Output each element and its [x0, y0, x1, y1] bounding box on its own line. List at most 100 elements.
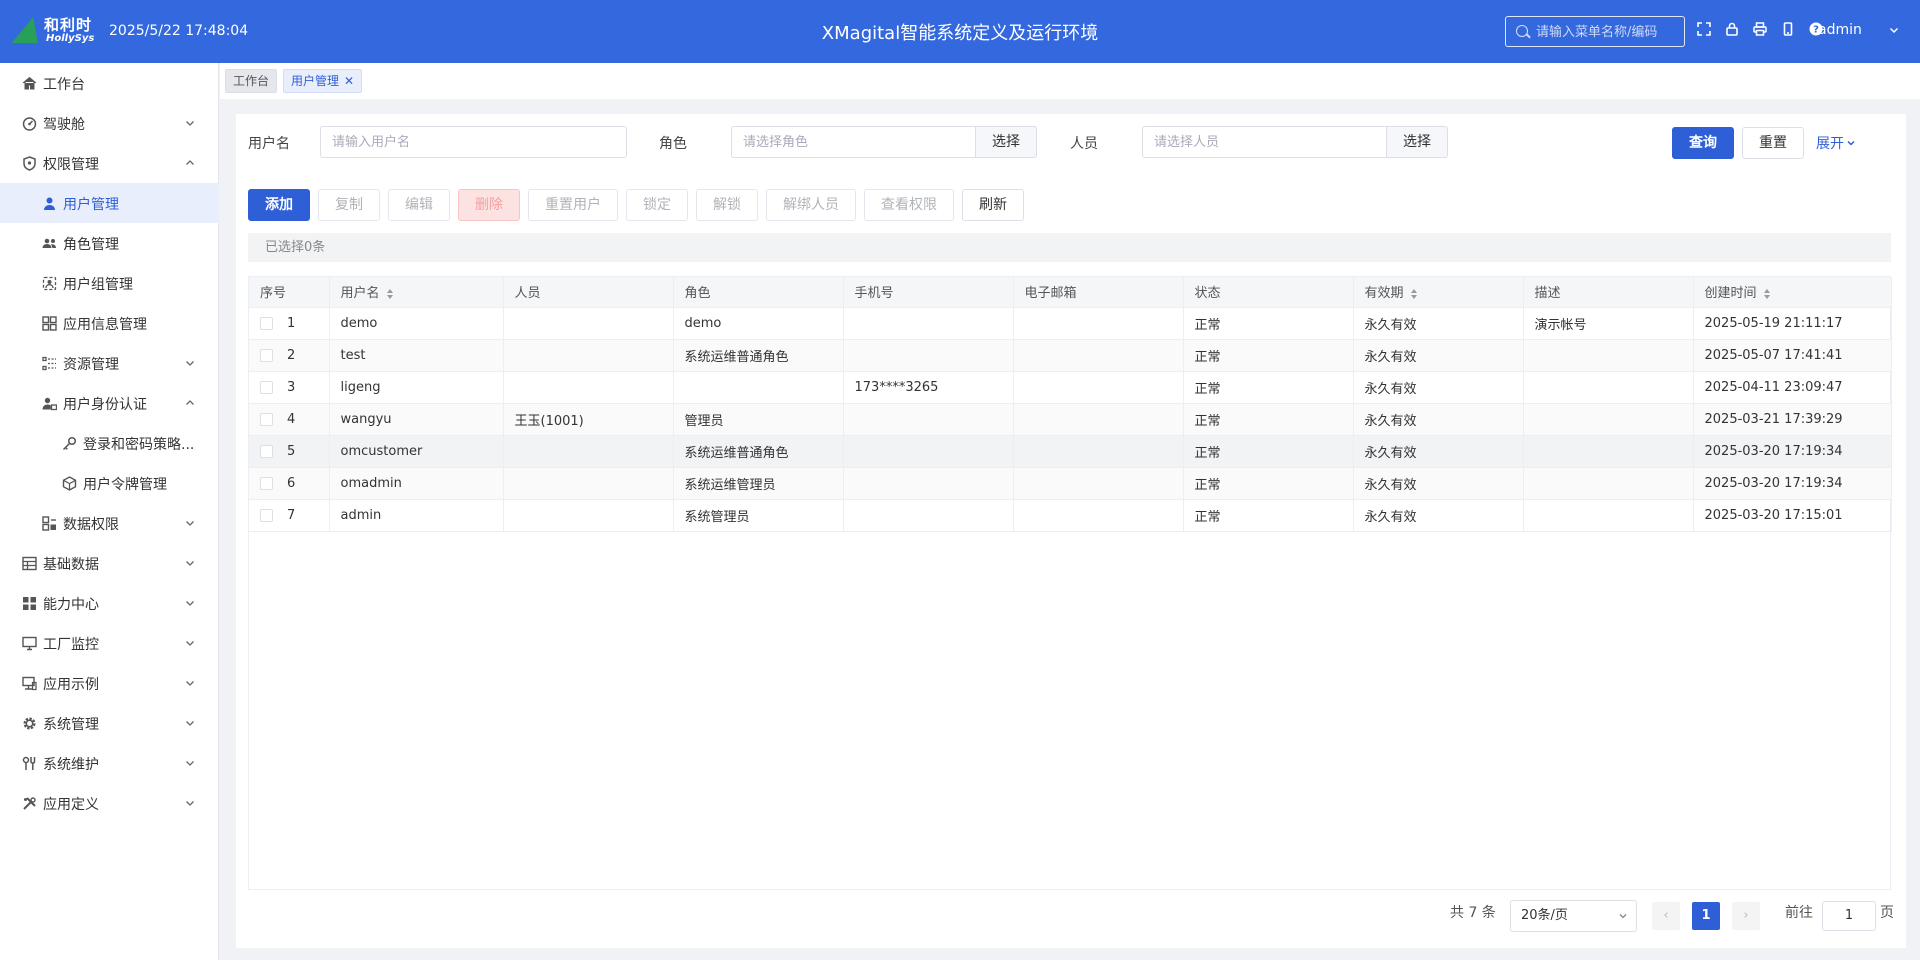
chevron-up-icon[interactable] [184, 397, 196, 409]
table-cell-desc [1523, 467, 1694, 500]
tab-user-management[interactable]: 用户管理 ✕ [283, 69, 363, 93]
column-header[interactable]: 有效期 [1353, 277, 1524, 308]
row-checkbox[interactable] [260, 476, 273, 490]
row-number: 6 [287, 475, 296, 491]
reset-button[interactable]: 重置 [1742, 127, 1804, 159]
goto-page-input[interactable]: 1 [1822, 901, 1876, 931]
row-checkbox[interactable] [260, 444, 273, 458]
chevron-down-icon[interactable] [184, 597, 196, 609]
tab-home[interactable]: 工作台 [225, 69, 278, 93]
table-cell-phone [843, 307, 1014, 340]
sidebar-item[interactable]: 用户令牌管理 [0, 463, 219, 503]
chevron-up-icon[interactable] [184, 157, 196, 169]
sidebar-item[interactable]: 资源管理 [0, 343, 219, 383]
add-button[interactable]: 添加 [248, 189, 310, 221]
sidebar-item[interactable]: 用户组管理 [0, 263, 219, 303]
sidebar-item[interactable]: 登录和密码策略... [0, 423, 219, 463]
view-permission-button[interactable]: 查看权限 [864, 189, 954, 221]
username-input[interactable] [320, 126, 627, 158]
row-checkbox[interactable] [260, 412, 273, 426]
chevron-down-icon[interactable] [184, 117, 196, 129]
data-permission-icon [42, 516, 56, 531]
sidebar-item[interactable]: 系统管理 [0, 703, 219, 743]
row-checkbox[interactable] [260, 508, 273, 522]
reset-user-button[interactable]: 重置用户 [528, 189, 618, 221]
chevron-down-icon[interactable] [184, 517, 196, 529]
sidebar-item[interactable]: 基础数据 [0, 543, 219, 583]
table-cell-phone [843, 467, 1014, 500]
sidebar-item[interactable]: 应用信息管理 [0, 303, 219, 343]
copy-button[interactable]: 复制 [318, 189, 380, 221]
query-button[interactable]: 查询 [1672, 127, 1734, 159]
table-row[interactable]: 4 wangyu 王玉(1001) 管理员 正常 永久有效 2025-03-21 17:39… [249, 403, 1892, 436]
table-cell-username: omadmin [329, 467, 504, 500]
column-header[interactable]: 用户名 [329, 277, 504, 308]
table-row[interactable]: 2 test 系统运维普通角色 正常 永久有效 2025-05-07 17:41:41 [249, 339, 1892, 372]
sidebar-item[interactable]: 用户身份认证 [0, 383, 219, 423]
chevron-down-icon[interactable] [184, 557, 196, 569]
table-row[interactable]: 6 omadmin 系统运维管理员 正常 永久有效 2025-03-20 17:19:34 [249, 467, 1892, 500]
sidebar-item[interactable]: 驾驶舱 [0, 103, 219, 143]
chevron-down-icon[interactable] [184, 677, 196, 689]
role-select-button[interactable]: 选择 [975, 126, 1037, 158]
sidebar-item[interactable]: 工厂监控 [0, 623, 219, 663]
sidebar-item[interactable]: 用户管理 [0, 183, 219, 223]
main-panel: 用户名 角色 选择 人员 选择 查询 重置 展开 添加 复制 编辑 删除 重置用… [236, 114, 1906, 948]
user-caret-icon[interactable] [1888, 24, 1900, 36]
table-row[interactable]: 7 admin 系统管理员 正常 永久有效 2025-03-20 17:15:01 [249, 499, 1892, 532]
fullscreen-icon[interactable] [1695, 22, 1713, 40]
sidebar-item[interactable]: 系统维护 [0, 743, 219, 783]
person-input[interactable] [1142, 126, 1387, 158]
sidebar-item[interactable]: 能力中心 [0, 583, 219, 623]
sidebar-item[interactable]: 工作台 [0, 63, 219, 103]
grid-icon [23, 597, 36, 610]
delete-button[interactable]: 删除 [458, 189, 520, 221]
chevron-down-icon[interactable] [184, 717, 196, 729]
expand-toggle[interactable]: 展开 [1816, 133, 1856, 153]
prev-page-button[interactable]: ‹ [1652, 902, 1680, 930]
table-row[interactable]: 1 demo demo 正常 永久有效 演示帐号 2025-05-19 21:11:17 [249, 307, 1892, 340]
close-icon[interactable]: ✕ [344, 70, 354, 92]
lock-button[interactable]: 锁定 [626, 189, 688, 221]
table-cell-no: 3 [249, 371, 330, 404]
unbind-person-button[interactable]: 解绑人员 [766, 189, 856, 221]
column-header[interactable]: 创建时间 [1693, 277, 1892, 308]
user-name[interactable]: admin [1818, 22, 1862, 38]
page-1-button[interactable]: 1 [1692, 902, 1720, 930]
sort-icon[interactable] [1410, 288, 1418, 300]
chevron-down-icon[interactable] [184, 757, 196, 769]
table-row[interactable]: 5 omcustomer 系统运维普通角色 正常 永久有效 2025-03-20 17:1… [249, 435, 1892, 468]
person-label: 人员 [1070, 136, 1098, 152]
page-size-select[interactable]: 20条/页 [1510, 900, 1637, 932]
print-icon[interactable] [1751, 22, 1769, 40]
menu-search-box[interactable] [1505, 16, 1685, 47]
chevron-down-icon[interactable] [184, 797, 196, 809]
lock-icon[interactable] [1723, 22, 1741, 40]
sidebar-item[interactable]: 角色管理 [0, 223, 219, 263]
role-input[interactable] [731, 126, 976, 158]
row-checkbox[interactable] [260, 380, 273, 394]
next-page-button[interactable]: › [1732, 902, 1760, 930]
person-select-button[interactable]: 选择 [1386, 126, 1448, 158]
sidebar-item[interactable]: 应用定义 [0, 783, 219, 823]
menu-search-input[interactable] [1536, 22, 1680, 42]
unlock-button[interactable]: 解锁 [696, 189, 758, 221]
mobile-icon[interactable] [1779, 22, 1797, 40]
row-checkbox[interactable] [260, 316, 273, 330]
logo-en: HollySys [46, 33, 95, 44]
table-cell-validity: 永久有效 [1353, 339, 1524, 372]
edit-button[interactable]: 编辑 [388, 189, 450, 221]
chevron-down-icon[interactable] [184, 357, 196, 369]
sidebar-item[interactable]: 权限管理 [0, 143, 219, 183]
sort-icon[interactable] [386, 288, 394, 300]
refresh-button[interactable]: 刷新 [962, 189, 1024, 221]
sidebar-item[interactable]: 数据权限 [0, 503, 219, 543]
chevron-down-icon[interactable] [184, 637, 196, 649]
selection-info: 已选择0条 [248, 233, 1891, 262]
table-cell-role: 系统运维普通角色 [673, 435, 844, 468]
row-checkbox[interactable] [260, 348, 273, 362]
sidebar-item[interactable]: 应用示例 [0, 663, 219, 703]
column-header: 人员 [503, 277, 674, 308]
sort-icon[interactable] [1763, 288, 1771, 300]
table-row[interactable]: 3 ligeng 173****3265 正常 永久有效 2025-04-11 23:09… [249, 371, 1892, 404]
